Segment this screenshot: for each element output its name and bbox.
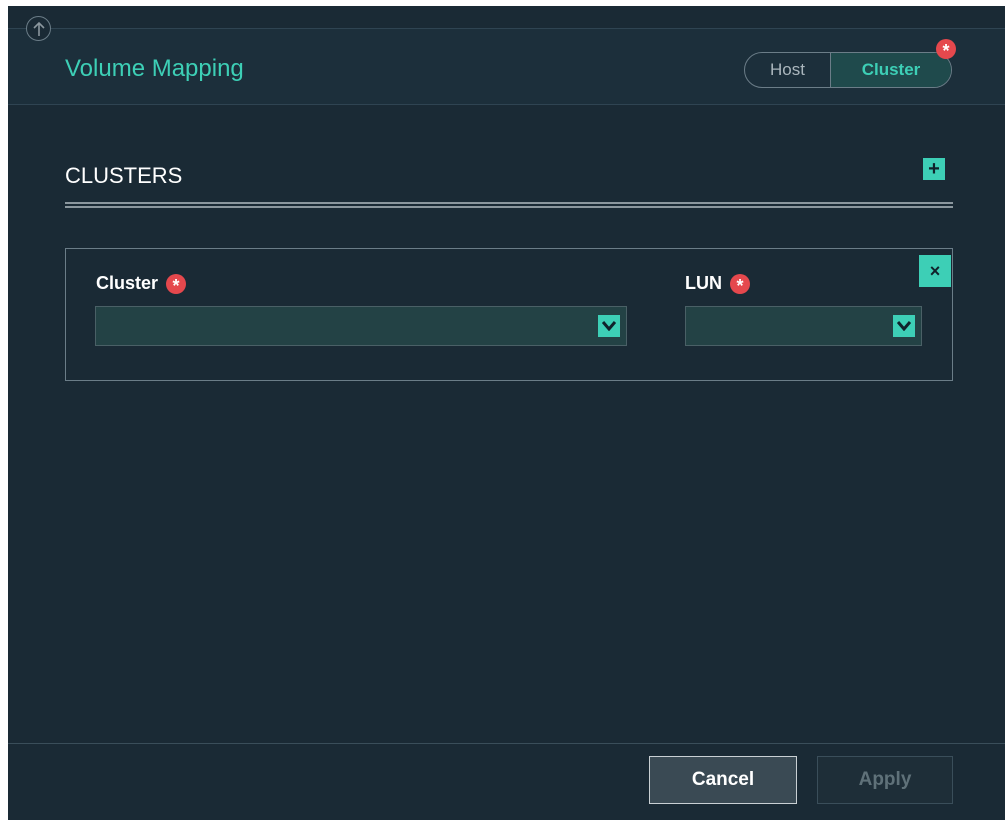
toggle-cluster[interactable]: Cluster	[831, 53, 951, 87]
footer-divider	[8, 743, 1005, 744]
add-cluster-button[interactable]: +	[923, 158, 945, 180]
page-title: Volume Mapping	[65, 55, 244, 82]
section-title: CLUSTERS	[65, 163, 183, 188]
required-marker-toggle: *	[936, 39, 956, 60]
toggle-host[interactable]: Host	[745, 53, 831, 87]
volume-mapping-panel: Volume Mapping Host Cluster * CLUSTERS +…	[8, 6, 1005, 820]
arrow-up-circle-icon	[32, 21, 45, 36]
cluster-label-text: Cluster	[96, 273, 159, 293]
section-divider	[65, 202, 953, 208]
close-icon: ×	[929, 260, 941, 281]
required-marker-lun: *	[730, 273, 750, 295]
mapping-row-card: × Cluster * LUN *	[65, 248, 953, 381]
collapse-button[interactable]	[26, 16, 51, 41]
required-marker-cluster: *	[166, 273, 187, 295]
host-cluster-toggle[interactable]: Host Cluster	[744, 52, 952, 88]
plus-icon: +	[928, 157, 940, 180]
cluster-select[interactable]	[95, 306, 627, 346]
lun-field-label: LUN *	[685, 273, 750, 295]
chevron-down-icon[interactable]	[893, 315, 915, 337]
lun-label-text: LUN	[685, 273, 722, 293]
cancel-button[interactable]: Cancel	[649, 756, 797, 804]
lun-select[interactable]	[685, 306, 922, 346]
remove-row-button[interactable]: ×	[919, 255, 951, 287]
cluster-field-label: Cluster *	[96, 273, 187, 295]
chevron-down-icon[interactable]	[598, 315, 620, 337]
apply-button[interactable]: Apply	[817, 756, 953, 804]
